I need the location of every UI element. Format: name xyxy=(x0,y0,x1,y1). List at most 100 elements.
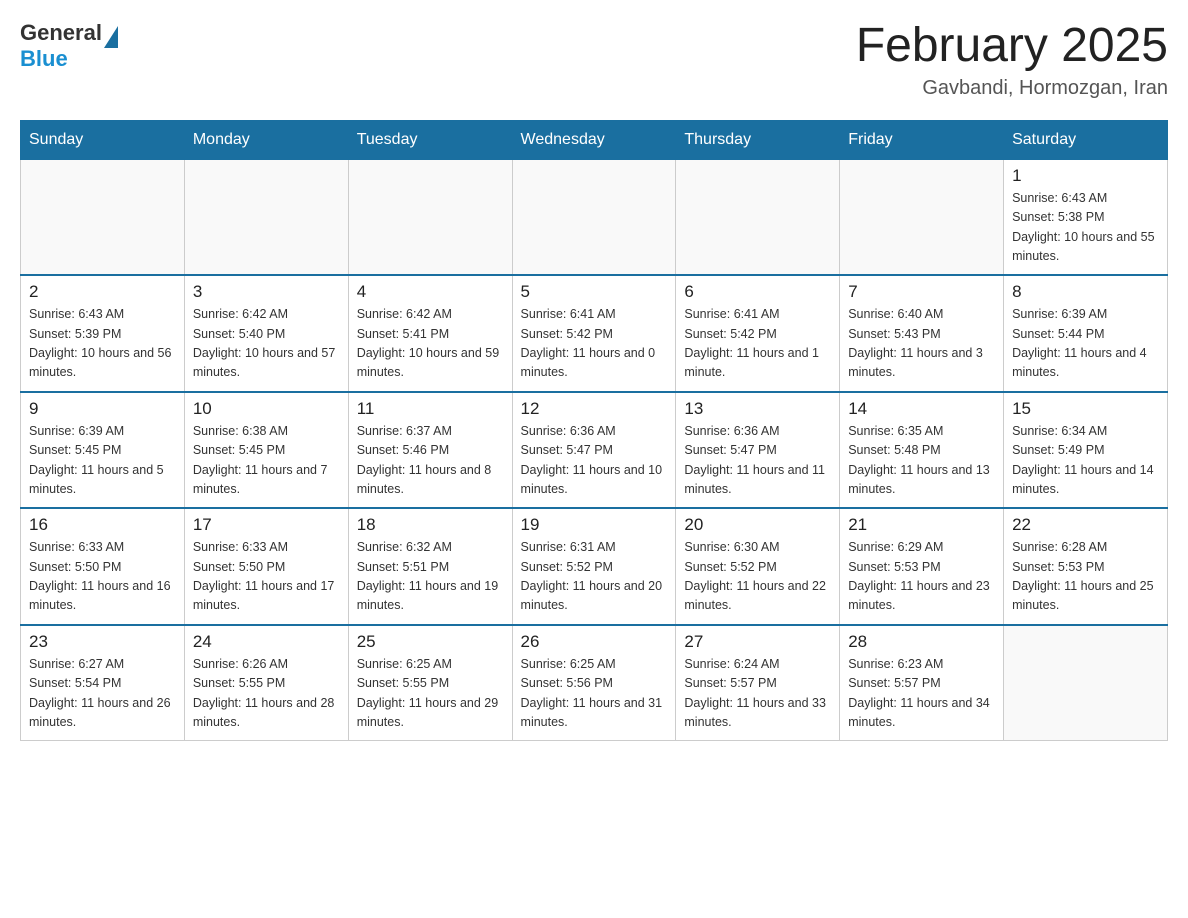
day-info: Sunrise: 6:37 AMSunset: 5:46 PMDaylight:… xyxy=(357,422,504,500)
calendar-cell-week5-day2: 24 Sunrise: 6:26 AMSunset: 5:55 PMDayligh… xyxy=(184,625,348,741)
day-info: Sunrise: 6:30 AMSunset: 5:52 PMDaylight:… xyxy=(684,538,831,616)
calendar-cell-week2-day2: 3 Sunrise: 6:42 AMSunset: 5:40 PMDaylight… xyxy=(184,275,348,392)
day-info: Sunrise: 6:25 AMSunset: 5:55 PMDaylight:… xyxy=(357,655,504,733)
day-number: 11 xyxy=(357,399,504,419)
day-number: 3 xyxy=(193,282,340,302)
day-info: Sunrise: 6:29 AMSunset: 5:53 PMDaylight:… xyxy=(848,538,995,616)
day-info: Sunrise: 6:42 AMSunset: 5:40 PMDaylight:… xyxy=(193,305,340,383)
day-number: 27 xyxy=(684,632,831,652)
day-number: 28 xyxy=(848,632,995,652)
day-number: 25 xyxy=(357,632,504,652)
day-number: 18 xyxy=(357,515,504,535)
day-info: Sunrise: 6:35 AMSunset: 5:48 PMDaylight:… xyxy=(848,422,995,500)
day-number: 2 xyxy=(29,282,176,302)
weekday-header-thursday: Thursday xyxy=(676,120,840,159)
calendar-cell-week1-day6 xyxy=(840,159,1004,275)
day-number: 19 xyxy=(521,515,668,535)
day-number: 17 xyxy=(193,515,340,535)
day-info: Sunrise: 6:23 AMSunset: 5:57 PMDaylight:… xyxy=(848,655,995,733)
day-info: Sunrise: 6:39 AMSunset: 5:45 PMDaylight:… xyxy=(29,422,176,500)
weekday-header-row: SundayMondayTuesdayWednesdayThursdayFrid… xyxy=(21,120,1168,159)
calendar-cell-week3-day1: 9 Sunrise: 6:39 AMSunset: 5:45 PMDaylight… xyxy=(21,392,185,509)
weekday-header-wednesday: Wednesday xyxy=(512,120,676,159)
day-info: Sunrise: 6:28 AMSunset: 5:53 PMDaylight:… xyxy=(1012,538,1159,616)
calendar-cell-week5-day7 xyxy=(1004,625,1168,741)
calendar-cell-week1-day4 xyxy=(512,159,676,275)
calendar-subtitle: Gavbandi, Hormozgan, Iran xyxy=(856,77,1168,100)
day-number: 10 xyxy=(193,399,340,419)
day-number: 12 xyxy=(521,399,668,419)
calendar-cell-week2-day3: 4 Sunrise: 6:42 AMSunset: 5:41 PMDaylight… xyxy=(348,275,512,392)
calendar-week-3: 9 Sunrise: 6:39 AMSunset: 5:45 PMDaylight… xyxy=(21,392,1168,509)
calendar-cell-week5-day1: 23 Sunrise: 6:27 AMSunset: 5:54 PMDayligh… xyxy=(21,625,185,741)
calendar-week-2: 2Sunrise: 6:43 AMSunset: 5:39 PMDaylight… xyxy=(21,275,1168,392)
day-info: Sunrise: 6:24 AMSunset: 5:57 PMDaylight:… xyxy=(684,655,831,733)
page-header: General Blue February 2025 Gavbandi, Hor… xyxy=(20,20,1168,100)
day-info: Sunrise: 6:39 AMSunset: 5:44 PMDaylight:… xyxy=(1012,305,1159,383)
logo: General Blue xyxy=(20,20,118,72)
day-info: Sunrise: 6:33 AMSunset: 5:50 PMDaylight:… xyxy=(193,538,340,616)
calendar-cell-week3-day7: 15 Sunrise: 6:34 AMSunset: 5:49 PMDayligh… xyxy=(1004,392,1168,509)
calendar-cell-week1-day3 xyxy=(348,159,512,275)
day-number: 15 xyxy=(1012,399,1159,419)
calendar-cell-week4-day4: 19 Sunrise: 6:31 AMSunset: 5:52 PMDayligh… xyxy=(512,508,676,625)
calendar-cell-week1-day5 xyxy=(676,159,840,275)
day-info: Sunrise: 6:41 AMSunset: 5:42 PMDaylight:… xyxy=(684,305,831,383)
calendar-cell-week3-day3: 11 Sunrise: 6:37 AMSunset: 5:46 PMDayligh… xyxy=(348,392,512,509)
day-number: 26 xyxy=(521,632,668,652)
day-info: Sunrise: 6:31 AMSunset: 5:52 PMDaylight:… xyxy=(521,538,668,616)
day-number: 4 xyxy=(357,282,504,302)
day-info: Sunrise: 6:25 AMSunset: 5:56 PMDaylight:… xyxy=(521,655,668,733)
day-info: Sunrise: 6:43 AMSunset: 5:38 PMDaylight:… xyxy=(1012,189,1159,267)
day-number: 22 xyxy=(1012,515,1159,535)
calendar-cell-week5-day5: 27 Sunrise: 6:24 AMSunset: 5:57 PMDayligh… xyxy=(676,625,840,741)
calendar-cell-week4-day1: 16 Sunrise: 6:33 AMSunset: 5:50 PMDayligh… xyxy=(21,508,185,625)
calendar-cell-week4-day3: 18 Sunrise: 6:32 AMSunset: 5:51 PMDayligh… xyxy=(348,508,512,625)
calendar-cell-week3-day6: 14 Sunrise: 6:35 AMSunset: 5:48 PMDayligh… xyxy=(840,392,1004,509)
calendar-cell-week2-day4: 5 Sunrise: 6:41 AMSunset: 5:42 PMDaylight… xyxy=(512,275,676,392)
calendar-cell-week3-day2: 10 Sunrise: 6:38 AMSunset: 5:45 PMDayligh… xyxy=(184,392,348,509)
day-number: 20 xyxy=(684,515,831,535)
day-info: Sunrise: 6:38 AMSunset: 5:45 PMDaylight:… xyxy=(193,422,340,500)
day-info: Sunrise: 6:40 AMSunset: 5:43 PMDaylight:… xyxy=(848,305,995,383)
calendar-cell-week1-day1 xyxy=(21,159,185,275)
day-info: Sunrise: 6:36 AMSunset: 5:47 PMDaylight:… xyxy=(521,422,668,500)
day-number: 8 xyxy=(1012,282,1159,302)
calendar-cell-week2-day7: 8 Sunrise: 6:39 AMSunset: 5:44 PMDaylight… xyxy=(1004,275,1168,392)
weekday-header-friday: Friday xyxy=(840,120,1004,159)
weekday-header-monday: Monday xyxy=(184,120,348,159)
calendar-cell-week4-day7: 22 Sunrise: 6:28 AMSunset: 5:53 PMDayligh… xyxy=(1004,508,1168,625)
day-number: 23 xyxy=(29,632,176,652)
calendar-cell-week3-day5: 13Sunrise: 6:36 AMSunset: 5:47 PMDayligh… xyxy=(676,392,840,509)
day-number: 5 xyxy=(521,282,668,302)
day-number: 16 xyxy=(29,515,176,535)
logo-general-text: General xyxy=(20,20,102,46)
title-section: February 2025 Gavbandi, Hormozgan, Iran xyxy=(856,20,1168,100)
calendar-cell-week5-day6: 28 Sunrise: 6:23 AMSunset: 5:57 PMDayligh… xyxy=(840,625,1004,741)
day-info: Sunrise: 6:36 AMSunset: 5:47 PMDaylight:… xyxy=(684,422,831,500)
day-info: Sunrise: 6:42 AMSunset: 5:41 PMDaylight:… xyxy=(357,305,504,383)
day-info: Sunrise: 6:26 AMSunset: 5:55 PMDaylight:… xyxy=(193,655,340,733)
calendar-week-4: 16 Sunrise: 6:33 AMSunset: 5:50 PMDayligh… xyxy=(21,508,1168,625)
calendar-cell-week5-day4: 26 Sunrise: 6:25 AMSunset: 5:56 PMDayligh… xyxy=(512,625,676,741)
calendar-week-1: 1Sunrise: 6:43 AMSunset: 5:38 PMDaylight… xyxy=(21,159,1168,275)
day-number: 14 xyxy=(848,399,995,419)
day-number: 9 xyxy=(29,399,176,419)
day-number: 24 xyxy=(193,632,340,652)
calendar-week-5: 23 Sunrise: 6:27 AMSunset: 5:54 PMDayligh… xyxy=(21,625,1168,741)
calendar-cell-week1-day2 xyxy=(184,159,348,275)
day-number: 7 xyxy=(848,282,995,302)
day-info: Sunrise: 6:32 AMSunset: 5:51 PMDaylight:… xyxy=(357,538,504,616)
calendar-cell-week3-day4: 12 Sunrise: 6:36 AMSunset: 5:47 PMDayligh… xyxy=(512,392,676,509)
day-info: Sunrise: 6:41 AMSunset: 5:42 PMDaylight:… xyxy=(521,305,668,383)
calendar-title: February 2025 xyxy=(856,20,1168,73)
calendar-cell-week4-day5: 20 Sunrise: 6:30 AMSunset: 5:52 PMDayligh… xyxy=(676,508,840,625)
calendar-cell-week2-day5: 6Sunrise: 6:41 AMSunset: 5:42 PMDaylight… xyxy=(676,275,840,392)
weekday-header-sunday: Sunday xyxy=(21,120,185,159)
calendar-cell-week2-day1: 2Sunrise: 6:43 AMSunset: 5:39 PMDaylight… xyxy=(21,275,185,392)
logo-triangle-icon xyxy=(104,26,118,48)
day-info: Sunrise: 6:27 AMSunset: 5:54 PMDaylight:… xyxy=(29,655,176,733)
day-info: Sunrise: 6:34 AMSunset: 5:49 PMDaylight:… xyxy=(1012,422,1159,500)
weekday-header-saturday: Saturday xyxy=(1004,120,1168,159)
day-info: Sunrise: 6:33 AMSunset: 5:50 PMDaylight:… xyxy=(29,538,176,616)
